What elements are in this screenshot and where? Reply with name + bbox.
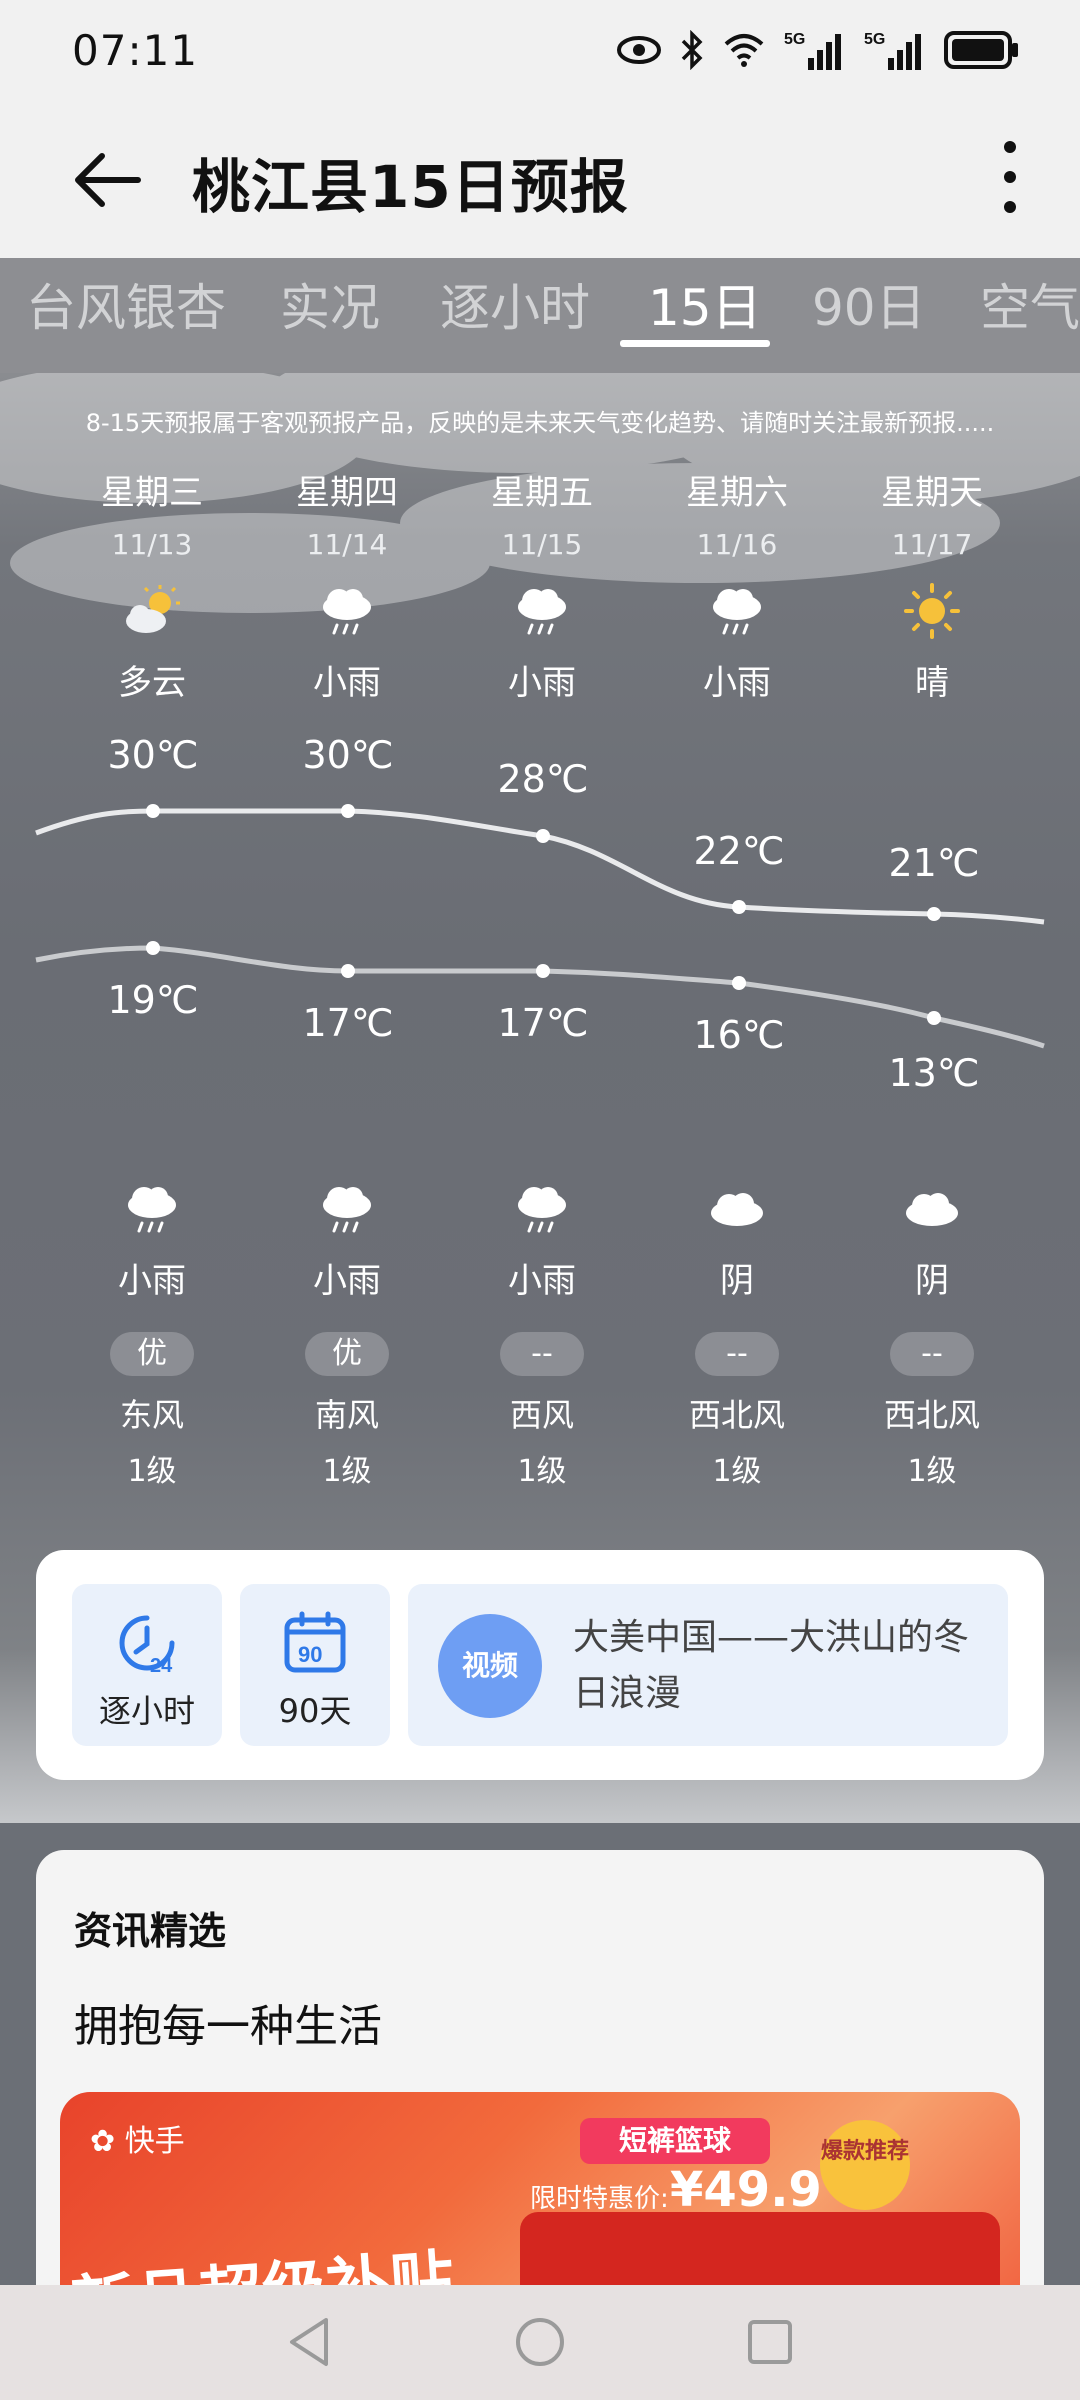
back-arrow-icon[interactable] bbox=[68, 140, 148, 220]
clock-24-icon: 24 bbox=[119, 1615, 175, 1677]
wind-direction: 西北风 bbox=[688, 1396, 785, 1434]
tab-15-day[interactable]: 15日 bbox=[648, 258, 762, 373]
low-temp-label: 13℃ bbox=[888, 1051, 980, 1095]
page-title: 桃江县15日预报 bbox=[192, 153, 629, 221]
hourly-label: 逐小时 bbox=[98, 1692, 195, 1730]
eye-icon bbox=[617, 36, 661, 64]
rain-icon bbox=[128, 1187, 176, 1233]
high-temp-point bbox=[732, 900, 746, 914]
night-condition: 阴 bbox=[720, 1261, 754, 1301]
signal-5g-icon-2: 5G bbox=[864, 31, 921, 70]
wind-level: 1级 bbox=[712, 1454, 762, 1489]
aqi-badge: 优 bbox=[110, 1332, 194, 1376]
high-temp-point bbox=[927, 907, 941, 921]
aqi-badge: 优 bbox=[305, 1332, 389, 1376]
low-temp-point bbox=[146, 941, 160, 955]
night-column[interactable]: 阴 -- 西北风 1级 bbox=[639, 1181, 835, 1490]
hourly-button[interactable]: 24 逐小时 bbox=[72, 1584, 222, 1746]
video-badge: 视频 bbox=[438, 1614, 542, 1718]
quick-actions-card: 24 逐小时 90 90天 视频 大美中国——大洪山的冬日浪漫 bbox=[36, 1550, 1044, 1780]
svg-text:5G: 5G bbox=[784, 31, 805, 48]
page-header: 桃江县15日预报 bbox=[0, 110, 1080, 240]
wind-level: 1级 bbox=[127, 1454, 177, 1489]
kuaishou-logo-icon: ✿ bbox=[90, 2124, 116, 2159]
ad-price-label: 限时特惠价: bbox=[530, 2184, 669, 2214]
wind-level: 1级 bbox=[517, 1454, 567, 1489]
nav-recents-icon[interactable] bbox=[738, 2310, 802, 2374]
low-temp-point bbox=[341, 964, 355, 978]
wind-level: 1级 bbox=[907, 1454, 957, 1489]
high-temp-point bbox=[146, 804, 160, 818]
night-condition: 小雨 bbox=[118, 1261, 186, 1301]
tab-bar: 台风银杏 实况 逐小时 15日 90日 空气 bbox=[0, 258, 1080, 373]
svg-text:90: 90 bbox=[298, 1642, 322, 1667]
ad-price: ¥49.9 bbox=[670, 2162, 822, 2218]
video-title: 大美中国——大洪山的冬日浪漫 bbox=[573, 1617, 970, 1714]
rain-icon bbox=[518, 1187, 566, 1233]
low-temp-label: 17℃ bbox=[497, 1001, 589, 1045]
svg-text:5G: 5G bbox=[864, 31, 885, 48]
cloud-icon bbox=[906, 1193, 958, 1226]
more-options-icon[interactable] bbox=[980, 132, 1040, 222]
calendar-90-icon: 90 bbox=[284, 1611, 346, 1673]
tab-hourly[interactable]: 逐小时 bbox=[440, 258, 590, 373]
news-section-title: 资讯精选 bbox=[74, 1909, 227, 1953]
aqi-badge: -- bbox=[695, 1332, 779, 1376]
high-temp-point bbox=[536, 829, 550, 843]
video-promo[interactable]: 视频 大美中国——大洪山的冬日浪漫 bbox=[408, 1584, 1008, 1746]
wind-direction: 东风 bbox=[119, 1396, 184, 1434]
ad-brand-name: 快手 bbox=[124, 2124, 185, 2159]
low-temp-label: 16℃ bbox=[693, 1013, 785, 1057]
tab-air[interactable]: 空气 bbox=[980, 258, 1080, 373]
high-temp-label: 22℃ bbox=[693, 829, 785, 873]
ninety-day-label: 90天 bbox=[278, 1692, 352, 1730]
battery-icon bbox=[944, 31, 1018, 69]
low-temp-point bbox=[536, 964, 550, 978]
system-nav-bar bbox=[0, 2285, 1080, 2400]
night-column[interactable]: 小雨 优 南风 1级 bbox=[249, 1181, 445, 1490]
tab-90-day[interactable]: 90日 bbox=[812, 258, 926, 373]
bluetooth-icon bbox=[681, 30, 703, 70]
ad-brand: ✿ 快手 bbox=[90, 2116, 185, 2160]
low-temp-point bbox=[732, 976, 746, 990]
tab-live[interactable]: 实况 bbox=[280, 258, 380, 373]
wind-direction: 西北风 bbox=[883, 1396, 980, 1434]
night-condition: 小雨 bbox=[508, 1261, 576, 1301]
status-icons: 5G 5G bbox=[616, 28, 1020, 72]
aqi-badge: -- bbox=[500, 1332, 584, 1376]
active-tab-indicator bbox=[620, 340, 770, 347]
cloud-icon bbox=[711, 1193, 763, 1226]
high-temp-point bbox=[341, 804, 355, 818]
low-temp-label: 17℃ bbox=[302, 1001, 394, 1045]
top-bar: 07:11 5G 5G 桃江县15日预报 bbox=[0, 0, 1080, 258]
signal-5g-icon: 5G bbox=[784, 31, 841, 70]
ninety-day-button[interactable]: 90 90天 bbox=[240, 1584, 390, 1746]
high-temp-label: 28℃ bbox=[497, 757, 589, 801]
night-condition: 阴 bbox=[915, 1261, 949, 1301]
news-headline[interactable]: 拥抱每一种生活 bbox=[74, 1990, 382, 2054]
wifi-icon bbox=[724, 34, 764, 67]
nav-back-icon[interactable] bbox=[278, 2310, 342, 2374]
rain-icon bbox=[323, 1187, 371, 1233]
wind-direction: 南风 bbox=[314, 1396, 379, 1434]
aqi-badge: -- bbox=[890, 1332, 974, 1376]
svg-text:24: 24 bbox=[150, 1655, 173, 1676]
night-column[interactable]: 小雨 -- 西风 1级 bbox=[444, 1181, 640, 1490]
high-temp-label: 21℃ bbox=[888, 841, 980, 885]
ad-tag: 爆款推荐 bbox=[820, 2120, 910, 2210]
nav-home-icon[interactable] bbox=[508, 2310, 572, 2374]
status-bar: 07:11 5G 5G bbox=[0, 0, 1080, 100]
ad-ribbon: 短裤篮球 bbox=[580, 2118, 770, 2164]
tab-typhoon[interactable]: 台风银杏 bbox=[26, 258, 226, 373]
night-column[interactable]: 阴 -- 西北风 1级 bbox=[834, 1181, 1030, 1490]
high-temp-label: 30℃ bbox=[107, 733, 199, 777]
wind-direction: 西风 bbox=[509, 1396, 574, 1434]
night-column[interactable]: 小雨 优 东风 1级 bbox=[54, 1181, 250, 1490]
status-time: 07:11 bbox=[72, 26, 199, 75]
high-temp-label: 30℃ bbox=[302, 733, 394, 777]
night-condition: 小雨 bbox=[313, 1261, 381, 1301]
low-temp-point bbox=[927, 1011, 941, 1025]
wind-level: 1级 bbox=[322, 1454, 372, 1489]
low-temp-label: 19℃ bbox=[107, 978, 199, 1022]
